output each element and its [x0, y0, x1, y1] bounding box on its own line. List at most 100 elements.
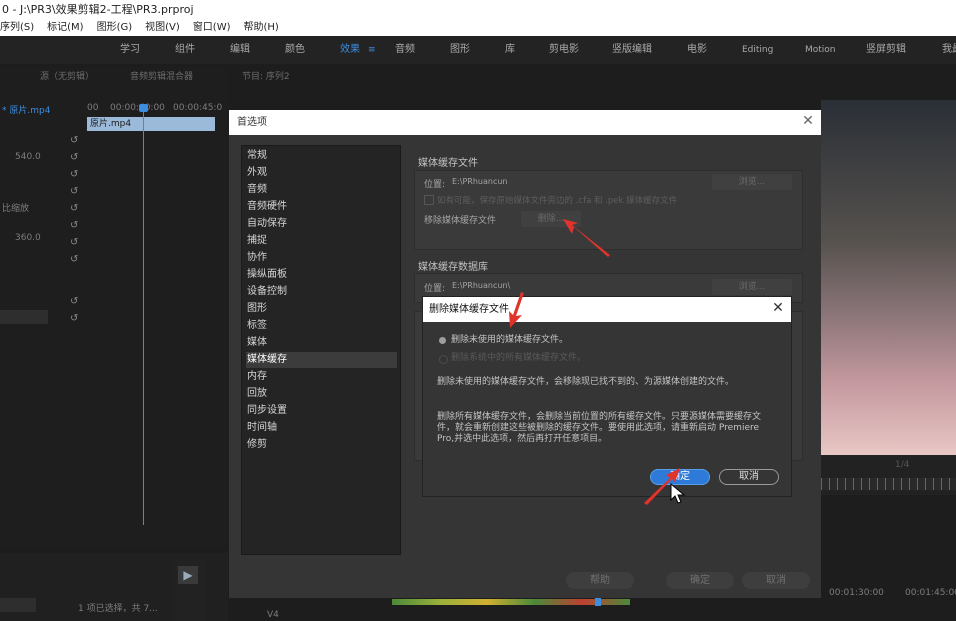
category-auto-save[interactable]: 自动保存	[246, 216, 397, 232]
clip-name: 原片.mp4	[90, 119, 132, 129]
workspace-assembly[interactable]: 组件	[175, 36, 195, 64]
category-memory[interactable]: 内存	[246, 369, 397, 385]
cancel-button[interactable]: 取消	[719, 469, 779, 485]
category-playback[interactable]: 回放	[246, 386, 397, 402]
workspace-editing[interactable]: 编辑	[230, 36, 250, 64]
selection-status: 1 项已选择，共 7...	[78, 604, 158, 614]
workspace-motion[interactable]: Motion	[805, 36, 836, 64]
reset-icon[interactable]: ↺	[70, 238, 79, 248]
preferences-title: 首选项	[229, 110, 821, 135]
track-label: V4	[267, 610, 279, 620]
timeline-time-start: 00	[87, 103, 99, 113]
timeline-time-40: 00:00:40:00	[110, 103, 165, 113]
menu-markers[interactable]: 标记(M)	[47, 19, 83, 36]
db-location-path: E:\PRhuancun\	[452, 281, 511, 290]
prefs-cancel-button[interactable]: 取消	[742, 572, 810, 589]
menu-help[interactable]: 帮助(H)	[244, 19, 279, 36]
db-browse-button[interactable]: 浏览...	[712, 279, 792, 295]
workspace-mine[interactable]: 我最	[942, 36, 956, 64]
selection-tool-icon[interactable]: ▶	[178, 566, 198, 584]
prefs-ok-button[interactable]: 确定	[666, 572, 734, 589]
workspace-menu-icon[interactable]: ≡	[368, 45, 376, 55]
category-general[interactable]: 常规	[246, 148, 397, 164]
clip-bar[interactable]: 原片.mp4	[87, 117, 215, 131]
tab-audio-mixer[interactable]: 音频剪辑混合器	[130, 67, 193, 87]
category-list: 常规 外观 音频 音频硬件 自动保存 捕捉 协作 操纵面板 设备控制 图形 标签…	[241, 145, 401, 555]
workspace-libraries[interactable]: 库	[505, 36, 515, 64]
category-appearance[interactable]: 外观	[246, 165, 397, 181]
workspace-film[interactable]: 电影	[687, 36, 707, 64]
reset-icon[interactable]: ↺	[70, 297, 79, 307]
radio-unused[interactable]	[439, 337, 446, 344]
uniform-scale-label: 比缩放	[2, 204, 30, 214]
tab-source[interactable]: 源（无剪辑）	[40, 67, 94, 87]
category-collaboration[interactable]: 协作	[246, 250, 397, 266]
workspace-vertical-cut[interactable]: 竖屏剪辑	[866, 36, 906, 64]
option-all-label[interactable]: 删除系统中的所有媒体缓存文件。	[451, 353, 586, 364]
workspace-audio[interactable]: 音频	[395, 36, 415, 64]
category-sync-settings[interactable]: 同步设置	[246, 403, 397, 419]
db-location-label: 位置:	[424, 284, 446, 294]
category-media-cache[interactable]: 媒体缓存	[246, 352, 397, 368]
radio-all[interactable]	[439, 355, 448, 364]
reset-icon[interactable]: ↺	[70, 170, 79, 180]
category-audio-hardware[interactable]: 音频硬件	[246, 199, 397, 215]
workspace-graphics[interactable]: 图形	[450, 36, 470, 64]
workspace-learn[interactable]: 学习	[120, 36, 140, 64]
category-capture[interactable]: 捕捉	[246, 233, 397, 249]
program-time-130: 00:01:30:00	[829, 588, 884, 598]
position-value[interactable]: 540.0	[15, 152, 41, 162]
option-unused-label[interactable]: 删除未使用的媒体缓存文件。	[451, 335, 568, 346]
reset-icon[interactable]: ↺	[70, 136, 79, 146]
help-button[interactable]: 帮助	[566, 572, 634, 589]
source-clip-name[interactable]: * 原片.mp4	[2, 103, 50, 116]
cache-location-path: E:\PRhuancun	[452, 177, 508, 186]
menu-window[interactable]: 窗口(W)	[193, 19, 231, 36]
playhead-handle[interactable]	[139, 104, 148, 112]
annotation-arrow-icon	[563, 219, 610, 257]
desc-all: 删除所有媒体缓存文件，会删除当前位置的所有缓存文件。只要源媒体需要缓存文件，就会…	[437, 412, 762, 444]
reset-icon[interactable]: ↺	[70, 153, 79, 163]
workspace-film-edit[interactable]: 剪电影	[549, 36, 579, 64]
timeline-time-45: 00:00:45:0	[173, 103, 223, 113]
zoom-fraction[interactable]: 1/4	[895, 460, 909, 470]
annotation-arrow-icon	[509, 292, 524, 328]
anchor-value[interactable]: 360.0	[15, 233, 41, 243]
cache-db-title: 媒体缓存数据库	[418, 262, 488, 273]
category-labels[interactable]: 标签	[246, 318, 397, 334]
timeline-playhead[interactable]	[595, 598, 601, 606]
reset-icon[interactable]: ↺	[70, 314, 79, 324]
category-audio[interactable]: 音频	[246, 182, 397, 198]
window-title: 0 - J:\PR3\效果剪辑2-工程\PR3.prproj	[0, 0, 956, 19]
menu-view[interactable]: 视图(V)	[145, 19, 180, 36]
monitor-ruler[interactable]	[821, 478, 956, 490]
category-media[interactable]: 媒体	[246, 335, 397, 351]
save-next-checkbox[interactable]	[424, 195, 434, 205]
cache-files-title: 媒体缓存文件	[418, 158, 478, 169]
tab-program[interactable]: 节目: 序列2	[242, 67, 290, 87]
blend-dropdown[interactable]	[0, 310, 48, 324]
reset-icon[interactable]: ↺	[70, 204, 79, 214]
menu-graphics[interactable]: 图形(G)	[97, 19, 133, 36]
reset-icon[interactable]: ↺	[70, 221, 79, 231]
category-trim[interactable]: 修剪	[246, 437, 397, 453]
menu-sequence[interactable]: 序列(S)	[0, 19, 34, 36]
close-icon[interactable]: ✕	[771, 301, 785, 315]
category-device-control[interactable]: 设备控制	[246, 284, 397, 300]
category-timeline[interactable]: 时间轴	[246, 420, 397, 436]
close-icon[interactable]: ✕	[801, 114, 815, 128]
reset-icon[interactable]: ↺	[70, 255, 79, 265]
workspace-effects[interactable]: 效果	[340, 36, 360, 64]
category-graphics[interactable]: 图形	[246, 301, 397, 317]
reset-icon[interactable]: ↺	[70, 187, 79, 197]
project-search-input[interactable]	[0, 598, 36, 612]
workspace-editing-en[interactable]: Editing	[742, 36, 773, 64]
workspace-vertical-edit[interactable]: 竖版编辑	[612, 36, 652, 64]
category-control-surface[interactable]: 操纵面板	[246, 267, 397, 283]
browse-button[interactable]: 浏览...	[712, 174, 792, 190]
workspace-color[interactable]: 颜色	[285, 36, 305, 64]
desc-unused: 删除未使用的媒体缓存文件，会移除现已找不到的、为源媒体创建的文件。	[437, 377, 735, 387]
save-next-label: 如有可能，保存原始媒体文件旁边的 .cfa 和 .pek 媒体缓存文件	[437, 196, 678, 206]
playhead[interactable]	[143, 105, 144, 525]
program-monitor-video	[821, 100, 956, 455]
